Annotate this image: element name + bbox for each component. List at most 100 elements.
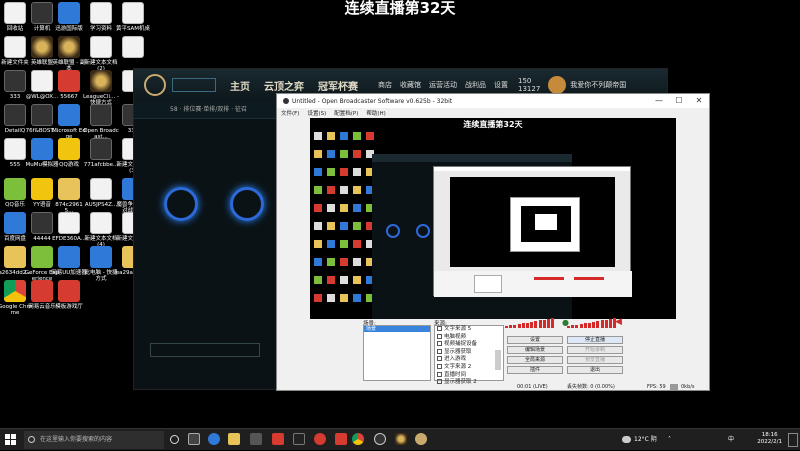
menu-profiles[interactable]: 配置档(P) xyxy=(334,109,358,117)
summoner-avatar[interactable] xyxy=(548,76,567,94)
stop-streaming-button[interactable]: 停止直播 xyxy=(567,336,623,344)
scenes-list[interactable]: 场景 xyxy=(363,325,431,381)
volume-meter-bar xyxy=(567,326,570,328)
weather-text[interactable]: 12°C 阴 xyxy=(634,429,657,451)
desktop-icon[interactable]: 771afcbbe... xyxy=(83,138,119,168)
tiktok-icon[interactable] xyxy=(293,433,305,445)
desktop-icon-glyph xyxy=(58,138,80,160)
task-view-icon[interactable] xyxy=(188,433,200,445)
source-checkbox[interactable] xyxy=(437,326,442,331)
app-taskbar-icon-red[interactable] xyxy=(272,433,284,445)
scene-item-selected[interactable]: 场景 xyxy=(364,326,430,332)
desktop-icon[interactable]: 模板游戏厅 xyxy=(51,280,87,310)
menu-help[interactable]: 帮助(H) xyxy=(366,109,385,117)
obs-taskbar-icon[interactable] xyxy=(374,433,386,445)
desktop-icon-glyph xyxy=(4,138,26,160)
desktop-icon[interactable]: 此电脑 - 快捷方式 xyxy=(83,246,119,282)
exit-button[interactable]: 退出 xyxy=(567,366,623,374)
league-client-taskbar-icon[interactable] xyxy=(415,433,427,445)
desktop-icon-label: 迅游国际版 xyxy=(55,26,83,32)
search-placeholder: 在这里输入你要搜索的内容 xyxy=(40,436,113,443)
desktop-icon[interactable]: 55667 xyxy=(51,70,87,100)
source-checkbox[interactable] xyxy=(437,348,442,354)
league-nav-clash[interactable]: 冠军杯赛 xyxy=(318,78,358,93)
close-icon[interactable]: ✕ xyxy=(689,94,709,108)
volume-meter-bar xyxy=(604,319,608,328)
start-recording-button[interactable]: 开始录制 xyxy=(567,346,623,354)
weather-icon[interactable] xyxy=(622,436,631,443)
desktop-icon[interactable]: EFDE360A... xyxy=(51,212,87,242)
edge-taskbar-icon[interactable] xyxy=(208,433,220,445)
fps-readout: FPS: 59 xyxy=(647,384,666,390)
edit-scene-button[interactable]: 编辑场景 xyxy=(507,346,563,354)
league-logo-icon[interactable] xyxy=(144,74,166,96)
source-item[interactable]: 视频捕捉设备 xyxy=(435,341,503,349)
preview-stream-button[interactable]: 预览直播 xyxy=(567,356,623,364)
league-loot-label[interactable]: 战利品 xyxy=(465,80,486,90)
maximize-icon[interactable]: ☐ xyxy=(669,94,689,108)
volume-meter-bar xyxy=(521,323,525,328)
volume-meter-bar xyxy=(596,321,600,328)
desktop-icon[interactable]: Open Broadcast... xyxy=(83,104,119,140)
desktop-volume-meter[interactable] xyxy=(567,318,622,328)
menu-file[interactable]: 文件(F) xyxy=(281,109,299,117)
source-checkbox[interactable] xyxy=(437,356,442,362)
desktop-icon[interactable]: 874c29615... xyxy=(51,178,87,214)
league-collection-label[interactable]: 收藏馆 xyxy=(400,80,421,90)
notification-icon[interactable] xyxy=(788,433,798,447)
plugins-button[interactable]: 插件 xyxy=(507,366,563,374)
ime-indicator[interactable]: 中 xyxy=(728,429,734,451)
source-checkbox[interactable] xyxy=(437,341,442,347)
volume-meter-bar xyxy=(547,319,550,328)
taskbar-search-box[interactable]: 在这里输入你要搜索的内容 xyxy=(24,431,164,449)
cortana-icon[interactable] xyxy=(170,435,179,444)
source-checkbox[interactable] xyxy=(437,333,442,339)
league-play-button[interactable] xyxy=(172,78,216,92)
chrome-taskbar-icon[interactable] xyxy=(352,433,364,445)
volume-meter-bar xyxy=(534,321,538,328)
menu-settings[interactable]: 设置(S) xyxy=(307,109,326,117)
netease-music-icon[interactable] xyxy=(314,433,326,445)
desktop-icon[interactable]: 新建文本文档 (2) xyxy=(83,36,119,72)
minimize-icon[interactable]: — xyxy=(649,94,669,108)
source-item[interactable]: 进入游戏 xyxy=(435,356,503,364)
source-checkbox[interactable] xyxy=(437,363,442,369)
taskbar-clock[interactable]: 18:16 2022/2/1 xyxy=(757,432,782,446)
speaker-icon[interactable]: ◀ xyxy=(615,317,622,327)
source-item[interactable]: 文字来源 2 xyxy=(435,363,503,372)
obs-window[interactable]: Untitled - Open Broadcaster Software v0.… xyxy=(276,93,710,391)
desktop-icon[interactable]: 新建文本文档 (4) xyxy=(83,212,119,248)
preview-desktop-icon xyxy=(340,168,348,176)
source-item[interactable]: 文字来源 5 xyxy=(435,326,503,334)
desktop-icon[interactable]: LeagueCli... - 快捷方式 xyxy=(83,70,119,106)
league-chat-input[interactable] xyxy=(150,343,260,357)
desktop-icon[interactable]: AU5JPS4Z... xyxy=(83,178,119,208)
global-sources-button[interactable]: 全局来源 xyxy=(507,356,563,364)
volume-meter-bar xyxy=(526,322,529,328)
league-store-label[interactable]: 商店 xyxy=(378,80,392,90)
league-taskbar-icon[interactable] xyxy=(395,433,407,445)
league-nav-home[interactable]: 主页 xyxy=(230,78,250,93)
league-nav-tft[interactable]: 云顶之弈 xyxy=(264,78,304,93)
app-taskbar-icon-red-2[interactable] xyxy=(335,433,347,445)
preview-desktop-icon xyxy=(340,222,348,230)
sources-list[interactable]: 文字来源 5 电脑视频 视频捕捉设备 显示器获取 进入游戏 文字来源 2 直播时间 显示器获取… xyxy=(434,325,504,385)
obs-menubar: 文件(F) 设置(S) 配置档(P) 帮助(H) xyxy=(277,108,709,118)
desktop-icon[interactable]: 英雄联盟 - 副本 xyxy=(51,36,87,72)
source-checkbox[interactable] xyxy=(437,371,442,377)
mic-volume-meter[interactable] xyxy=(505,318,560,328)
league-events-label[interactable]: 运营活动 xyxy=(429,80,457,90)
file-explorer-icon[interactable] xyxy=(228,433,240,445)
desktop-icon[interactable]: Microsoft Edge xyxy=(51,104,87,140)
windows-start-icon[interactable] xyxy=(5,434,17,446)
obs-preview[interactable]: 连续直播第32天 xyxy=(310,118,676,319)
settings-button[interactable]: 设置 xyxy=(507,336,563,344)
desktop-icon[interactable]: 网易UU加速器 xyxy=(51,246,87,276)
league-settings-label[interactable]: 设置 xyxy=(494,80,508,90)
desktop-icon-glyph xyxy=(31,178,53,200)
desktop-icon[interactable]: QQ游戏 xyxy=(51,138,87,168)
sources-scrollbar[interactable] xyxy=(495,350,501,370)
store-icon[interactable] xyxy=(250,433,262,445)
desktop-icon[interactable] xyxy=(115,36,151,60)
tray-chevron-icon[interactable]: ˄ xyxy=(668,429,671,451)
